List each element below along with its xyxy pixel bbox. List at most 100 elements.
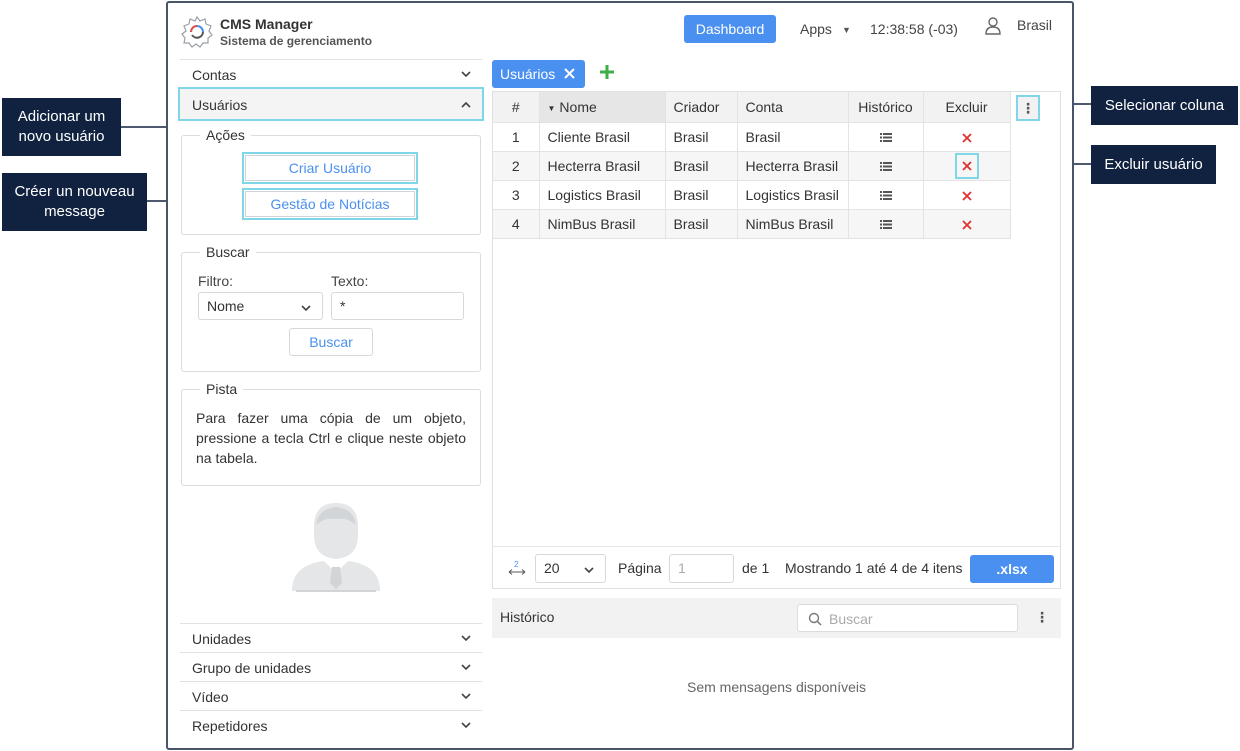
column-resize-icon[interactable]: 2: [508, 560, 526, 576]
row-criador: Brasil: [665, 151, 738, 181]
clock-display: 12:38:58 (-03): [870, 21, 958, 37]
callout-new-message: Créer un nouveau message: [2, 173, 147, 231]
column-select-button[interactable]: ⋮: [1016, 95, 1040, 121]
close-icon[interactable]: [564, 68, 575, 79]
user-icon[interactable]: [984, 16, 1002, 36]
list-icon[interactable]: [879, 133, 892, 143]
dashboard-button[interactable]: Dashboard: [684, 15, 776, 43]
app-logo-icon: [181, 15, 213, 48]
empty-messages: Sem mensagens disponíveis: [687, 679, 866, 695]
sidebar-item-unidades[interactable]: Unidades: [180, 623, 482, 652]
buscar-button[interactable]: Buscar: [289, 328, 373, 356]
row-criador: Brasil: [665, 122, 738, 152]
users-grid: # ▼ Nome Criador Conta Histórico Excluir …: [492, 91, 1061, 589]
page-size-value: 20: [544, 560, 560, 576]
pagina-label: Página: [618, 560, 662, 576]
row-historico[interactable]: [848, 209, 924, 239]
filtro-value: Nome: [207, 298, 245, 314]
chevron-down-icon: [461, 664, 471, 671]
texto-input[interactable]: *: [331, 292, 464, 320]
sidebar-item-grupo-unidades[interactable]: Grupo de unidades: [180, 652, 482, 681]
chevron-down-icon: [301, 305, 311, 312]
apps-menu[interactable]: Apps: [800, 21, 832, 37]
historico-title: Histórico: [500, 609, 555, 625]
col-header-criador[interactable]: Criador: [665, 92, 738, 123]
sidebar-item-label: Contas: [192, 67, 237, 83]
list-icon[interactable]: [879, 162, 892, 172]
col-header-historico[interactable]: Histórico: [848, 92, 924, 123]
list-icon[interactable]: [879, 191, 892, 201]
app-subtitle: Sistema de gerenciamento: [220, 34, 373, 48]
callout-delete-user: Excluir usuário: [1091, 145, 1216, 184]
callout-select-column: Selecionar coluna: [1091, 86, 1238, 125]
historico-menu-button[interactable]: ⋮: [1035, 609, 1049, 626]
delete-icon[interactable]: [961, 160, 972, 171]
chevron-down-icon: [461, 722, 471, 729]
col-header-num[interactable]: #: [493, 92, 540, 123]
row-nome: NimBus Brasil: [539, 209, 666, 239]
table-row[interactable]: 2 Hecterra Brasil Brasil Hecterra Brasil: [493, 151, 1011, 181]
table-row[interactable]: 1 Cliente Brasil Brasil Brasil: [493, 122, 1011, 152]
page-number-placeholder: 1: [678, 560, 686, 576]
col-header-nome[interactable]: ▼ Nome: [539, 92, 666, 123]
texto-label: Texto:: [331, 273, 369, 289]
row-nome: Hecterra Brasil: [539, 151, 666, 181]
row-num: 2: [493, 151, 540, 181]
sidebar-item-contas[interactable]: Contas: [180, 59, 482, 88]
cms-window: CMS Manager Sistema de gerenciamento Das…: [166, 1, 1074, 750]
row-excluir[interactable]: [923, 122, 1011, 152]
showing-items-label: Mostrando 1 até 4 de 4 itens: [785, 560, 963, 576]
historico-search-placeholder: Buscar: [829, 611, 873, 627]
sidebar-item-usuarios[interactable]: Usuários: [178, 87, 484, 121]
export-xlsx-button[interactable]: .xlsx: [970, 555, 1054, 583]
row-historico[interactable]: [848, 180, 924, 210]
tab-usuarios-label: Usuários: [500, 66, 556, 82]
chevron-down-icon: [461, 635, 471, 642]
gestao-noticias-button[interactable]: Gestão de Notícias: [242, 188, 418, 220]
row-excluir[interactable]: [923, 209, 1011, 239]
criar-usuario-button[interactable]: Criar Usuário: [242, 152, 418, 184]
chevron-down-icon: [461, 71, 471, 78]
historico-bar: Histórico Buscar ⋮: [492, 598, 1061, 638]
caret-down-icon[interactable]: ▼: [842, 25, 851, 35]
row-excluir[interactable]: [923, 151, 1011, 181]
app-title: CMS Manager: [220, 16, 313, 32]
user-name[interactable]: Brasil: [1017, 17, 1052, 33]
row-historico[interactable]: [848, 151, 924, 181]
row-criador: Brasil: [665, 180, 738, 210]
row-conta: Hecterra Brasil: [737, 151, 849, 181]
chevron-down-icon: [584, 567, 594, 574]
sort-desc-icon: ▼: [547, 103, 556, 113]
row-conta: Logistics Brasil: [737, 180, 849, 210]
gestao-noticias-label: Gestão de Notícias: [245, 191, 415, 217]
col-header-excluir[interactable]: Excluir: [923, 92, 1011, 123]
page-number-input[interactable]: 1: [669, 554, 734, 583]
table-header-row: # ▼ Nome Criador Conta Histórico Excluir: [493, 92, 1011, 123]
delete-icon[interactable]: [961, 191, 972, 201]
historico-search-input[interactable]: Buscar: [797, 604, 1018, 632]
sidebar-item-video[interactable]: Vídeo: [180, 681, 482, 710]
filtro-label: Filtro:: [198, 273, 233, 289]
table-row[interactable]: 3 Logistics Brasil Brasil Logistics Bras…: [493, 180, 1011, 210]
list-icon[interactable]: [879, 220, 892, 230]
resize-number: 2: [514, 560, 519, 569]
row-nome: Cliente Brasil: [539, 122, 666, 152]
search-icon: [808, 612, 822, 626]
row-num: 4: [493, 209, 540, 239]
row-excluir[interactable]: [923, 180, 1011, 210]
add-tab-icon[interactable]: [599, 64, 615, 80]
sidebar-item-repetidores[interactable]: Repetidores: [180, 710, 482, 739]
col-header-conta[interactable]: Conta: [737, 92, 849, 123]
delete-icon[interactable]: [961, 133, 972, 143]
tab-usuarios[interactable]: Usuários: [492, 60, 585, 88]
row-num: 3: [493, 180, 540, 210]
row-historico[interactable]: [848, 122, 924, 152]
page-size-select[interactable]: 20: [535, 554, 606, 583]
delete-icon[interactable]: [961, 220, 972, 230]
filtro-select[interactable]: Nome: [198, 292, 323, 320]
row-criador: Brasil: [665, 209, 738, 239]
table-row[interactable]: 4 NimBus Brasil Brasil NimBus Brasil: [493, 209, 1011, 239]
delete-highlight[interactable]: [954, 152, 979, 179]
sidebar-item-label: Grupo de unidades: [192, 660, 312, 676]
pista-title: Pista: [206, 381, 238, 397]
